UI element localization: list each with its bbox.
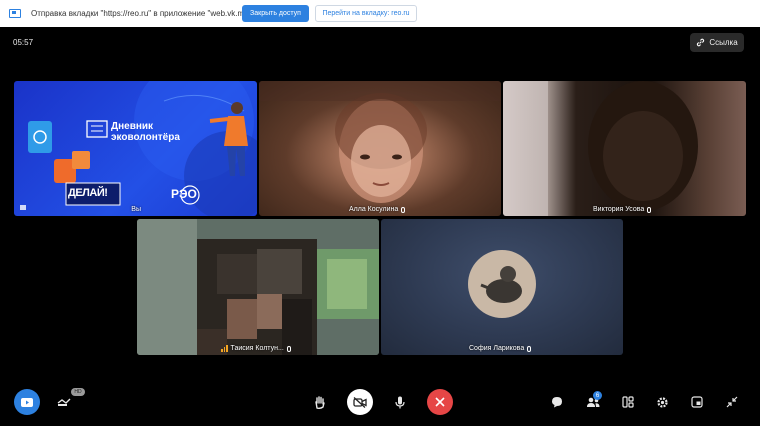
video-play-icon xyxy=(21,397,33,407)
screen-share-icon xyxy=(9,9,21,18)
end-call-button[interactable] xyxy=(427,389,453,415)
camera-toggle-button[interactable] xyxy=(347,389,373,415)
link-button[interactable]: Ссылка xyxy=(690,33,744,52)
shared-screen-content xyxy=(20,81,257,216)
participants-count-badge: 6 xyxy=(593,391,602,400)
participant-tile-self[interactable]: Дневник эковолонтёра ДЕЛАЙ! РЭО Вы xyxy=(14,81,257,216)
close-icon xyxy=(435,397,445,407)
shared-content-title: Дневник эковолонтёра xyxy=(111,121,180,143)
pip-icon xyxy=(691,396,703,408)
participant-name: Алла Косулина xyxy=(349,206,406,213)
share-message: Отправка вкладки "https://reo.ru" в прил… xyxy=(31,9,252,18)
microphone-icon xyxy=(395,396,405,408)
chat-button[interactable] xyxy=(550,395,564,409)
gear-icon xyxy=(656,396,668,408)
participant-tile-alla[interactable]: Алла Косулина xyxy=(259,81,501,216)
go-to-tab-button[interactable]: Перейти на вкладку: reo.ru xyxy=(315,5,417,22)
participant-name: Вы xyxy=(131,206,141,213)
link-button-label: Ссылка xyxy=(709,38,738,47)
hd-badge: HD xyxy=(71,388,85,396)
mic-icon xyxy=(527,345,532,352)
quality-button[interactable] xyxy=(57,395,71,409)
participant-tile-taisiya[interactable]: Таисия Колтун... xyxy=(137,219,379,355)
picture-in-picture-button[interactable] xyxy=(690,395,704,409)
raise-hand-button[interactable] xyxy=(313,395,327,409)
participant-name: София Ларикова xyxy=(469,345,532,352)
participant-tile-sofia[interactable]: София Ларикова xyxy=(381,219,623,355)
collapse-icon xyxy=(726,396,738,408)
close-access-button[interactable]: Закрыть доступ xyxy=(242,5,309,22)
vk-video-button[interactable] xyxy=(14,389,40,415)
link-icon xyxy=(697,38,705,47)
layout-button[interactable] xyxy=(621,395,635,409)
camera-off-icon xyxy=(353,396,367,408)
video-feed xyxy=(137,219,379,355)
participant-name: Виктория Усова xyxy=(593,206,652,213)
participant-tile-viktoria[interactable]: Виктория Усова xyxy=(503,81,746,216)
participant-name: Таисия Колтун... xyxy=(221,345,291,352)
settings-button[interactable] xyxy=(655,395,669,409)
avatar xyxy=(468,250,536,318)
video-feed xyxy=(503,81,698,216)
signal-strength-icon xyxy=(221,345,228,352)
grid-layout-icon xyxy=(622,396,634,408)
shared-content-brand-left: ДЕЛАЙ! xyxy=(68,187,108,199)
shared-content-brand-right: РЭО xyxy=(171,187,197,201)
minimize-button[interactable] xyxy=(725,395,739,409)
microphone-button[interactable] xyxy=(393,395,407,409)
video-feed xyxy=(259,81,501,203)
mic-icon xyxy=(286,345,291,352)
chat-icon xyxy=(552,397,562,408)
mic-icon xyxy=(647,206,652,213)
mic-icon xyxy=(401,206,406,213)
call-timer: 05:57 xyxy=(13,38,34,47)
screen-share-bar: Отправка вкладки "https://reo.ru" в прил… xyxy=(0,0,760,27)
hand-icon xyxy=(315,395,325,409)
hand-quality-icon xyxy=(57,398,71,406)
